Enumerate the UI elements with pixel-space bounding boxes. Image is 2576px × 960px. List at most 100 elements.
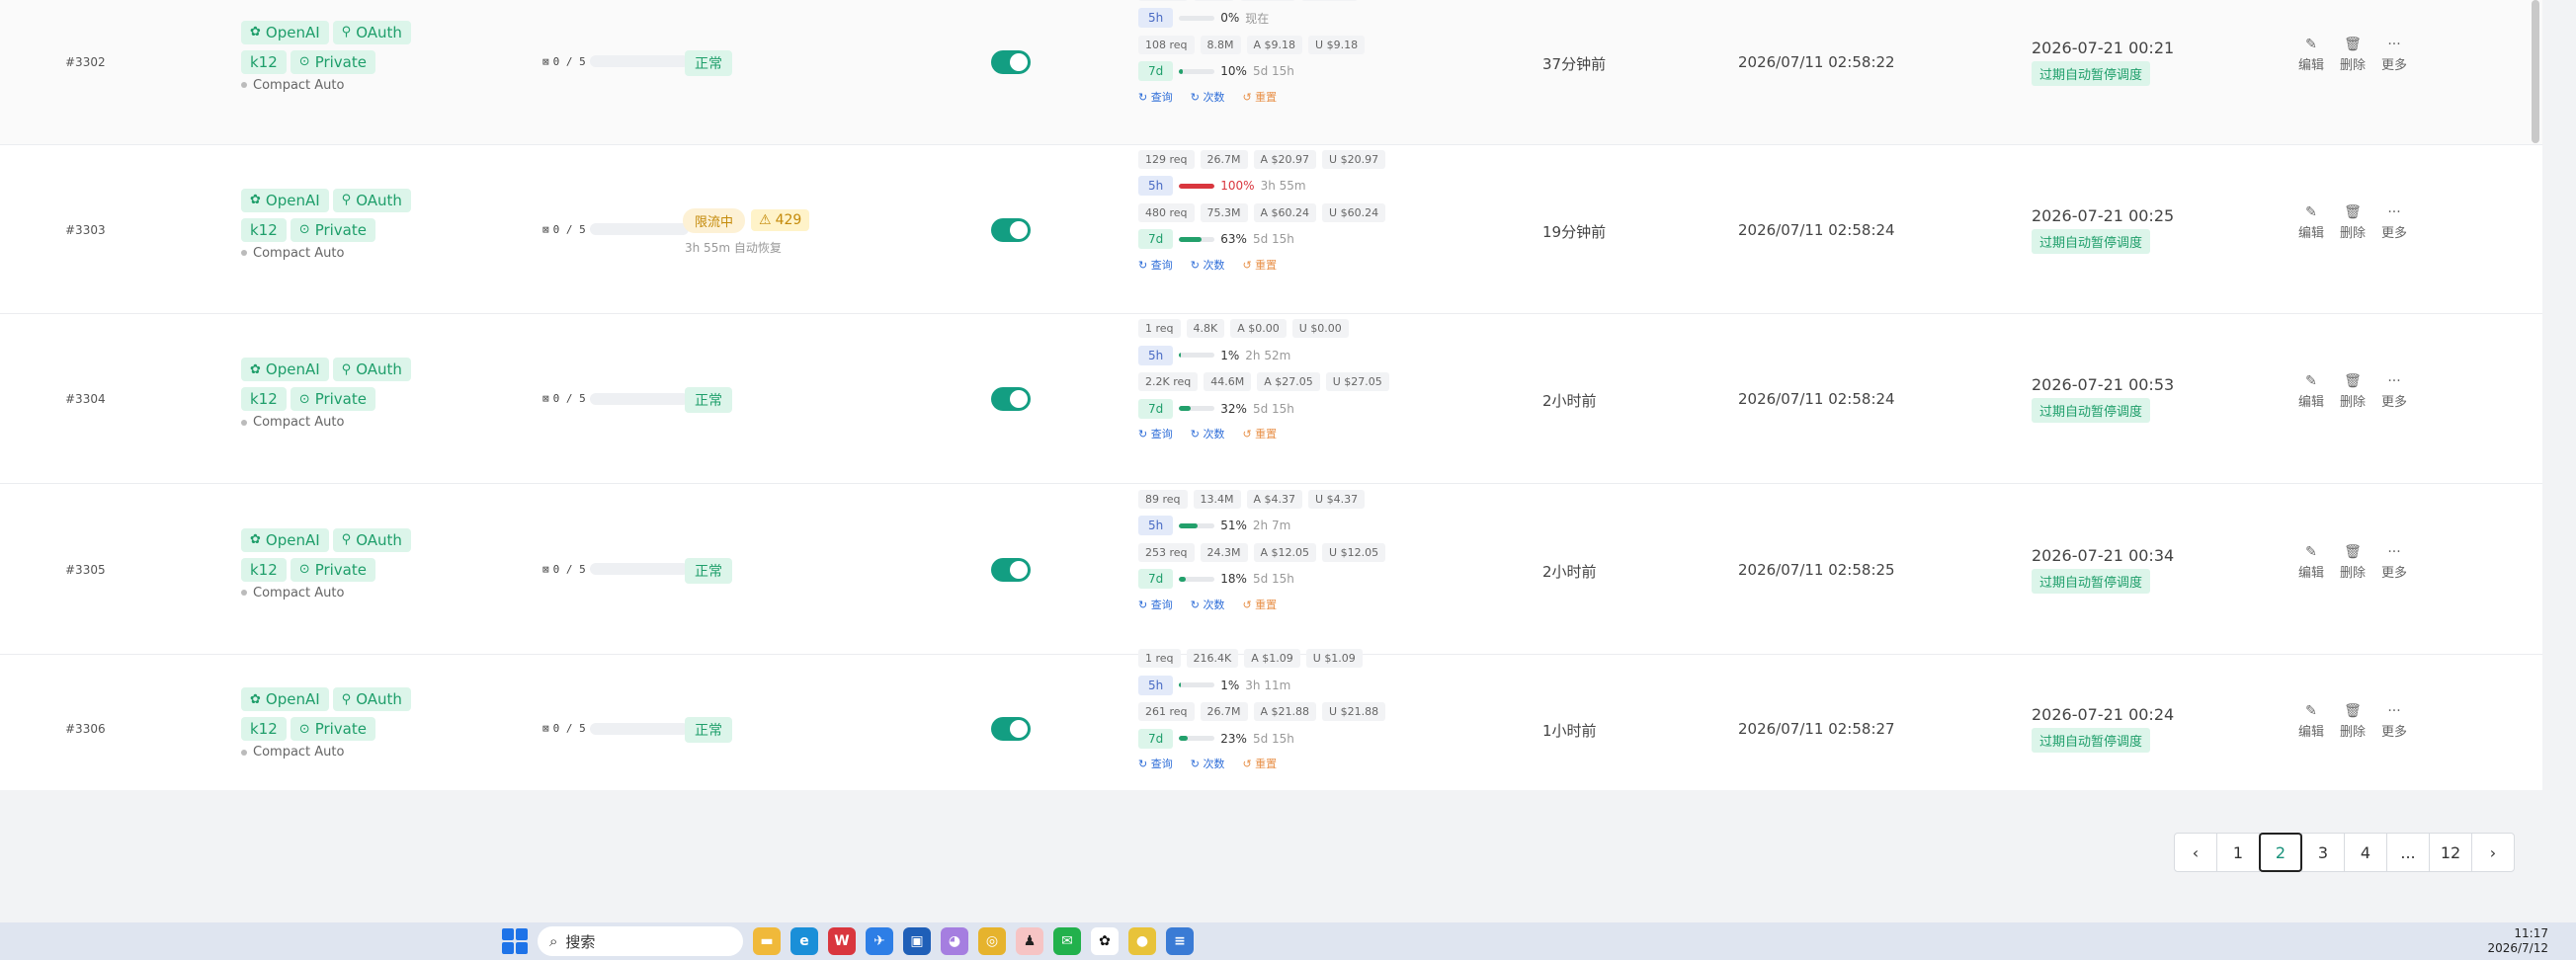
edit-button[interactable]: ✎ 编辑 xyxy=(2298,544,2324,581)
expiry-badge: 过期自动暂停调度 xyxy=(2032,398,2151,423)
tag-label: Private xyxy=(314,560,367,579)
reset-button[interactable]: ↺ 重置 xyxy=(1242,597,1277,612)
windows-start-icon[interactable] xyxy=(502,928,528,954)
edge-browser-icon[interactable]: e xyxy=(790,927,818,955)
reset-button[interactable]: ↺ 重置 xyxy=(1242,426,1277,441)
concurrency-quota: ⊠ 0 / 5 xyxy=(542,563,689,576)
more-button[interactable]: ··· 更多 xyxy=(2381,544,2407,581)
tag-k12: k12 xyxy=(241,217,287,242)
created-date: 2026/07/11 02:58:22 xyxy=(1738,52,1895,71)
more-button[interactable]: ··· 更多 xyxy=(2381,204,2407,241)
usage-chip-tok: 13.4M xyxy=(1193,489,1241,509)
vertical-scrollbar[interactable] xyxy=(2532,0,2539,143)
more-button[interactable]: ··· 更多 xyxy=(2381,37,2407,73)
count-button[interactable]: ↻ 次数 xyxy=(1191,597,1225,612)
usage-chip-u: U $21.88 xyxy=(1322,702,1386,721)
enable-toggle[interactable] xyxy=(991,557,1031,582)
status-cell: 正常 xyxy=(685,557,732,584)
store-icon[interactable]: ▣ xyxy=(903,927,931,955)
tag-label: OpenAI xyxy=(265,23,320,41)
query-button[interactable]: ↻ 查询 xyxy=(1138,89,1173,105)
status-cell: 正常 xyxy=(685,49,732,76)
query-button[interactable]: ↻ 查询 xyxy=(1138,257,1173,273)
page-button[interactable]: 1 xyxy=(2216,833,2260,872)
query-button[interactable]: ↻ 查询 xyxy=(1138,756,1173,771)
shield-check-icon: ⊙ xyxy=(298,391,310,407)
refresh-icon: ↻ xyxy=(1190,90,1204,104)
usage-percent: 1% xyxy=(1220,348,1240,362)
usage-chip-req: 261 req xyxy=(1138,702,1195,721)
openai-icon[interactable]: ✿ xyxy=(1091,927,1119,955)
more-button[interactable]: ··· 更多 xyxy=(2381,373,2407,410)
usage-reset-time: 3h 11m xyxy=(1245,678,1291,692)
expiry-date: 2026-07-21 00:24 xyxy=(2032,705,2175,724)
count-button[interactable]: ↻ 次数 xyxy=(1191,257,1225,273)
window-label: 7d xyxy=(1138,569,1174,589)
taskbar-search[interactable]: ⌕ 搜索 xyxy=(538,926,743,956)
openai-icon: ✿ xyxy=(250,193,261,207)
page-button[interactable]: 3 xyxy=(2301,833,2345,872)
page-button[interactable]: 12 xyxy=(2429,833,2472,872)
enable-toggle[interactable] xyxy=(991,49,1031,74)
row-actions: ✎ 编辑 🗑 删除 ··· 更多 xyxy=(2298,204,2407,241)
more-button[interactable]: ··· 更多 xyxy=(2381,703,2407,740)
delete-button[interactable]: 🗑 删除 xyxy=(2340,703,2366,740)
prev-page-button[interactable]: ‹ xyxy=(2174,833,2217,872)
dot-icon xyxy=(241,250,247,256)
query-button[interactable]: ↻ 查询 xyxy=(1138,597,1173,612)
delete-button[interactable]: 🗑 删除 xyxy=(2340,37,2366,73)
qq-icon[interactable]: ♟ xyxy=(1016,927,1043,955)
more-icon: ··· xyxy=(2387,543,2401,560)
usage-stats-d7: 480 req 75.3M A $60.24 U $60.24 xyxy=(1138,200,1435,226)
usage-percent: 32% xyxy=(1220,401,1247,416)
count-button[interactable]: ↻ 次数 xyxy=(1191,426,1225,441)
edit-button[interactable]: ✎ 编辑 xyxy=(2298,37,2324,73)
cat-app-icon[interactable]: ◕ xyxy=(941,927,968,955)
window-label: 5h xyxy=(1138,675,1174,695)
tag-oauth: ⚲ OAuth xyxy=(332,687,411,711)
file-explorer-icon[interactable]: ▬ xyxy=(753,927,781,955)
enable-toggle[interactable] xyxy=(991,217,1031,242)
expiry-badge: 过期自动暂停调度 xyxy=(2032,728,2151,753)
subtitle-text: Compact Auto xyxy=(253,585,345,600)
page-ellipsis[interactable]: ... xyxy=(2386,833,2430,872)
page-button[interactable]: 2 xyxy=(2259,833,2302,872)
notes-icon[interactable]: ≡ xyxy=(1166,927,1194,955)
account-subtitle: Compact Auto xyxy=(241,745,458,760)
app-icon-yellow[interactable]: ● xyxy=(1128,927,1156,955)
usage-progress-bar xyxy=(1179,406,1215,411)
count-button[interactable]: ↻ 次数 xyxy=(1191,756,1225,771)
query-button[interactable]: ↻ 查询 xyxy=(1138,426,1173,441)
action-label: 次数 xyxy=(1203,598,1225,611)
edit-button[interactable]: ✎ 编辑 xyxy=(2298,204,2324,241)
system-clock[interactable]: 11:17 2026/7/12 xyxy=(2487,926,2548,956)
tag-label: OpenAI xyxy=(265,530,320,549)
quota-icon: ⊠ xyxy=(542,562,549,576)
wps-icon[interactable]: W xyxy=(828,927,856,955)
reset-button[interactable]: ↺ 重置 xyxy=(1242,756,1277,771)
status-cell: 正常 xyxy=(685,717,732,743)
tag-line: ✿ OpenAI ⚲ OAuth xyxy=(241,527,458,552)
delete-button[interactable]: 🗑 删除 xyxy=(2340,204,2366,241)
usage-window-h5: 5h 1% 2h 52m xyxy=(1138,342,1435,368)
edit-button[interactable]: ✎ 编辑 xyxy=(2298,373,2324,410)
usage-window-d7: 7d 32% 5d 15h xyxy=(1138,395,1435,422)
count-button[interactable]: ↻ 次数 xyxy=(1191,89,1225,105)
taskbar: ⌕ 搜索 ▬ e W ✈ ▣ ◕ ◎ ♟ ✉ ✿ ● ≡ 11:17 2026/… xyxy=(0,922,2576,960)
enable-toggle[interactable] xyxy=(991,387,1031,411)
openai-icon: ✿ xyxy=(250,361,261,377)
quota-bar xyxy=(589,223,689,235)
page-button[interactable]: 4 xyxy=(2344,833,2387,872)
enable-toggle[interactable] xyxy=(991,717,1031,741)
edit-button[interactable]: ✎ 编辑 xyxy=(2298,703,2324,740)
usage-chip-a: A $1.09 xyxy=(1244,649,1300,668)
usage-chip-tok: 26.7M xyxy=(1200,702,1248,721)
delete-button[interactable]: 🗑 删除 xyxy=(2340,373,2366,410)
app-icon-blue[interactable]: ✈ xyxy=(866,927,893,955)
reset-button[interactable]: ↺ 重置 xyxy=(1242,89,1277,105)
delete-button[interactable]: 🗑 删除 xyxy=(2340,544,2366,581)
reset-button[interactable]: ↺ 重置 xyxy=(1242,257,1277,273)
wechat-icon[interactable]: ✉ xyxy=(1053,927,1081,955)
next-page-button[interactable]: › xyxy=(2471,833,2515,872)
chrome-icon[interactable]: ◎ xyxy=(978,927,1006,955)
